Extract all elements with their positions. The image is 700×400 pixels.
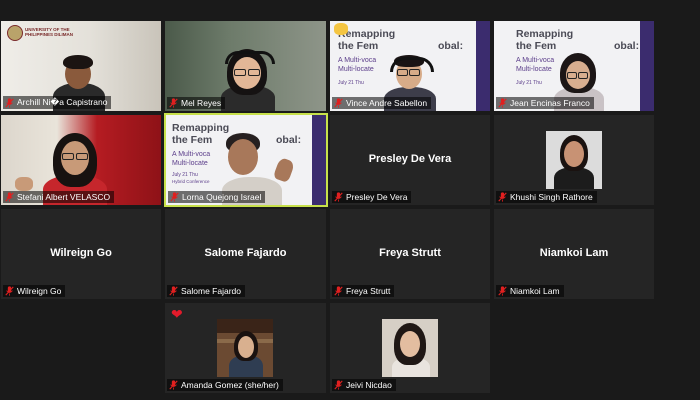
participant-name: Jeivi Nicdao <box>346 380 392 390</box>
video-tile-niamkoi-lam[interactable]: Niamkoi Lam Niamkoi Lam <box>494 209 654 299</box>
slide-title-2b: obal: <box>438 40 464 52</box>
participant-display-name: Salome Fajardo <box>204 246 287 259</box>
slide-subtitle-2: Multi-locate <box>516 66 552 73</box>
participant-name: Freya Strutt <box>346 286 391 296</box>
participant-display-name: Wilreign Go <box>50 246 112 259</box>
slide-conference: Hybrid Conference <box>172 179 210 184</box>
slide-title-2: the Fem <box>516 40 557 52</box>
slide-subtitle: A Multi-voca <box>172 151 211 158</box>
slide-date: July 21 Thu <box>516 80 542 86</box>
participant-name: Lorna Quejong Israel <box>182 192 262 202</box>
slide-subtitle-2: Multi-locate <box>172 160 208 167</box>
participant-name: Mel Reyes <box>181 98 222 108</box>
participant-name: Salome Fajardo <box>181 286 242 296</box>
muted-microphone-icon <box>498 98 507 108</box>
name-label: Presley De Vera <box>332 191 412 203</box>
slide-title-2: the Fem <box>172 134 213 146</box>
participant-name: Wilreign Go <box>17 286 62 296</box>
name-label: Mel Reyes <box>167 97 226 109</box>
participant-display-name: Freya Strutt <box>379 246 441 259</box>
university-logo <box>7 25 23 41</box>
slide-subtitle: A Multi-voca <box>338 57 377 64</box>
participant-name: Amanda Gomez (she/her) <box>181 380 279 390</box>
name-label: Niamkoi Lam <box>496 285 564 297</box>
name-label: Stefani Albert VELASCO <box>3 191 115 203</box>
slide-title-2b: obal: <box>276 134 302 146</box>
participant-name: Khushi Singh Rathore <box>510 192 593 202</box>
participant-display-name: Presley De Vera <box>368 152 452 165</box>
video-tile-lorna-quejong-israel[interactable]: Remapping the Fem obal: A Multi-voca Mul… <box>164 113 328 207</box>
slide-title-2b: obal: <box>614 40 640 52</box>
muted-microphone-icon <box>169 286 178 296</box>
name-label: Jeivi Nicdao <box>332 379 396 391</box>
participant-name: Vince Andre Sabellon <box>346 98 428 108</box>
muted-microphone-icon <box>334 98 343 108</box>
video-tile-vince-andre-sabellon[interactable]: Remapping the Fem obal: A Multi-voca Mul… <box>330 21 490 111</box>
profile-picture <box>546 131 602 189</box>
slide-subtitle-2: Multi-locate <box>338 66 374 73</box>
name-label: Amanda Gomez (she/her) <box>167 379 283 391</box>
muted-microphone-icon <box>5 97 14 108</box>
name-label: Archill Ni�a Capistrano <box>3 96 112 109</box>
name-label: Jean Encinas Franco <box>496 97 594 109</box>
name-label: Salome Fajardo <box>167 285 246 297</box>
name-label: Vince Andre Sabellon <box>332 97 432 109</box>
participant-display-name: Niamkoi Lam <box>539 246 609 259</box>
muted-microphone-icon <box>169 98 178 108</box>
slide-title: Remapping <box>516 28 574 40</box>
muted-microphone-icon <box>498 286 507 296</box>
video-tile-stefani-albert-velasco[interactable]: Stefani Albert VELASCO <box>1 115 161 205</box>
video-tile-mel-reyes[interactable]: Mel Reyes <box>165 21 326 111</box>
video-tile-wilreign-go[interactable]: Wilreign Go Wilreign Go <box>1 209 161 299</box>
participant-name: Niamkoi Lam <box>510 286 560 296</box>
video-tile-amanda-gomez[interactable]: ❤ Amanda Gomez (she/her) <box>165 303 326 393</box>
muted-microphone-icon <box>334 380 343 390</box>
slide-subtitle: A Multi-voca <box>516 57 555 64</box>
muted-microphone-icon <box>5 192 14 202</box>
video-tile-archill[interactable]: UNIVERSITY OF THE PHILIPPINES DILIMAN Ar… <box>1 21 161 111</box>
slide-title: Remapping <box>172 122 230 134</box>
name-label: Wilreign Go <box>3 285 66 297</box>
video-tile-presley-de-vera[interactable]: Presley De Vera Presley De Vera <box>330 115 490 205</box>
slide-date: July 21 Thu <box>338 80 364 86</box>
video-tile-freya-strutt[interactable]: Freya Strutt Freya Strutt <box>330 209 490 299</box>
muted-microphone-icon <box>169 380 178 390</box>
slide-title-2: the Fem <box>338 40 379 52</box>
muted-microphone-icon <box>334 286 343 296</box>
heart-reaction-icon: ❤ <box>171 306 183 322</box>
participant-name: Archill Ni�a Capistrano <box>17 97 108 107</box>
muted-microphone-icon <box>5 286 14 296</box>
video-tile-jeivi-nicdao[interactable]: Jeivi Nicdao <box>330 303 490 393</box>
muted-microphone-icon <box>334 192 343 202</box>
video-tile-jean-encinas-franco[interactable]: Remapping the Fem obal: A Multi-voca Mul… <box>494 21 654 111</box>
muted-microphone-icon <box>170 192 179 202</box>
participant-name: Stefani Albert VELASCO <box>17 192 111 202</box>
name-label: Freya Strutt <box>332 285 395 297</box>
muted-microphone-icon <box>498 192 507 202</box>
profile-picture <box>217 319 273 377</box>
video-tile-khushi-singh-rathore[interactable]: Khushi Singh Rathore <box>494 115 654 205</box>
video-tile-salome-fajardo[interactable]: Salome Fajardo Salome Fajardo <box>165 209 326 299</box>
name-label: Khushi Singh Rathore <box>496 191 597 203</box>
profile-picture <box>382 319 438 377</box>
university-logo-text: UNIVERSITY OF THE PHILIPPINES DILIMAN <box>25 27 74 37</box>
participant-name: Presley De Vera <box>346 192 408 202</box>
participant-name: Jean Encinas Franco <box>510 98 590 108</box>
name-label: Lorna Quejong Israel <box>168 191 266 203</box>
